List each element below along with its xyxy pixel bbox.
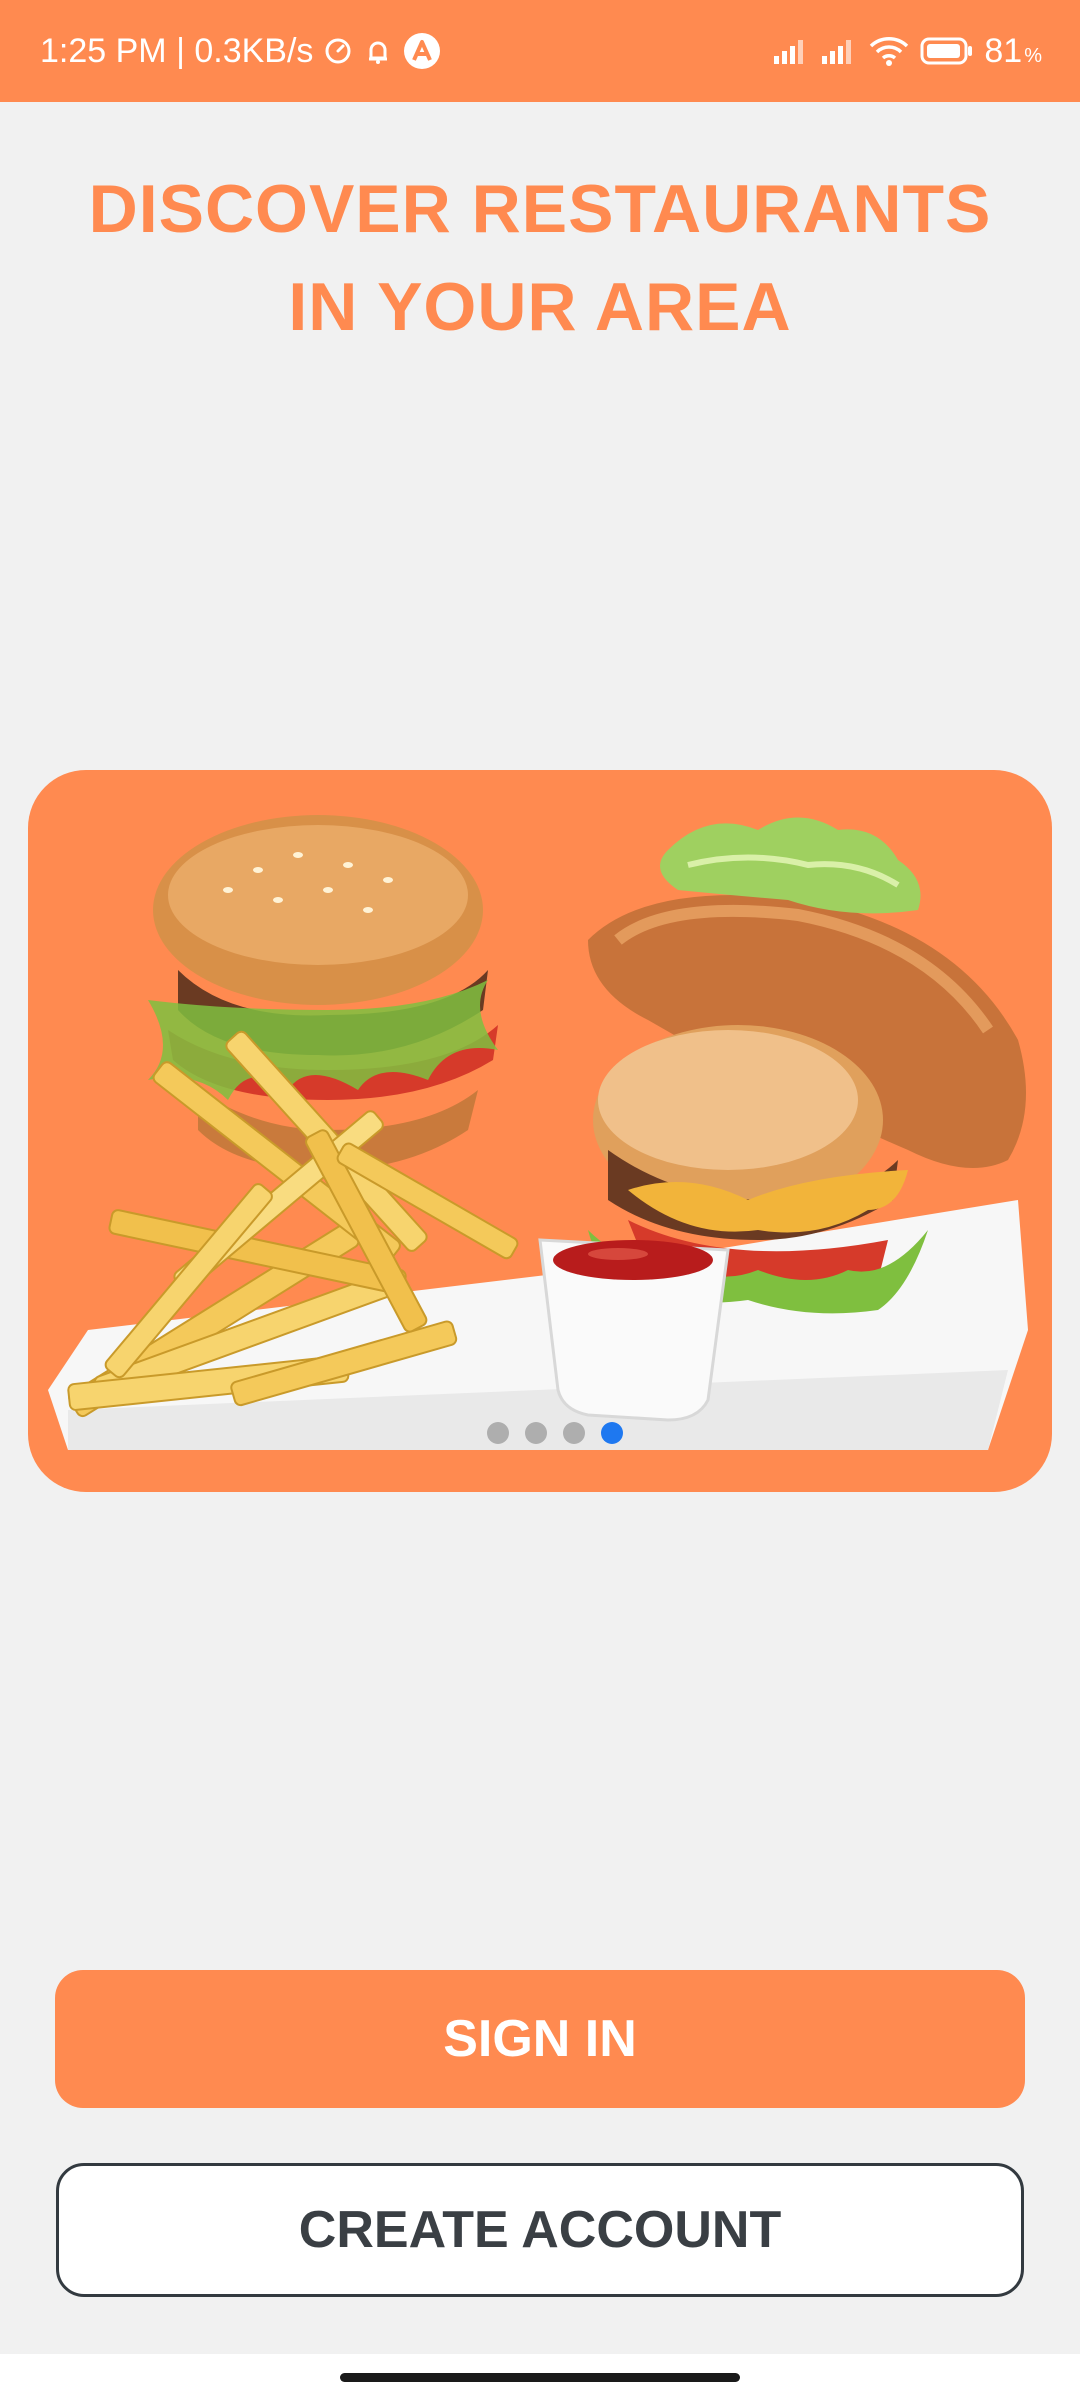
- status-left: 1:25 PM | 0.3KB/s: [40, 32, 441, 71]
- carousel-dot-active[interactable]: [601, 1422, 623, 1444]
- battery-icon: [920, 36, 974, 66]
- wifi-icon: [868, 35, 910, 67]
- status-time: 1:25 PM | 0.3KB/s: [40, 31, 314, 70]
- burgers-and-fries-image: [48, 815, 1028, 1450]
- sign-in-button[interactable]: SIGN IN: [55, 1970, 1025, 2108]
- signal-icon: [772, 36, 810, 66]
- navigation-bar: [0, 2354, 1080, 2400]
- status-bar: 1:25 PM | 0.3KB/s 81%: [0, 0, 1080, 102]
- status-right: 81%: [772, 32, 1042, 71]
- page-title: DISCOVER RESTAURANTS IN YOUR AREA: [60, 160, 1020, 356]
- page-title-line-2: IN YOUR AREA: [288, 269, 792, 345]
- image-carousel[interactable]: [28, 770, 1052, 1492]
- battery-percent-sign: %: [1024, 44, 1042, 67]
- home-indicator[interactable]: [340, 2373, 740, 2382]
- app-a-icon: [403, 32, 441, 70]
- carousel-dot[interactable]: [487, 1422, 509, 1444]
- carousel-dot[interactable]: [525, 1422, 547, 1444]
- signal-icon: [820, 36, 858, 66]
- carousel-page-indicator: [28, 1422, 1052, 1444]
- page-title-line-1: DISCOVER RESTAURANTS: [88, 171, 992, 247]
- battery-percentage: 81: [984, 31, 1023, 70]
- timer-icon: [323, 36, 353, 66]
- alarm-icon: [363, 36, 393, 66]
- create-account-button[interactable]: CREATE ACCOUNT: [56, 2163, 1024, 2297]
- carousel-dot[interactable]: [563, 1422, 585, 1444]
